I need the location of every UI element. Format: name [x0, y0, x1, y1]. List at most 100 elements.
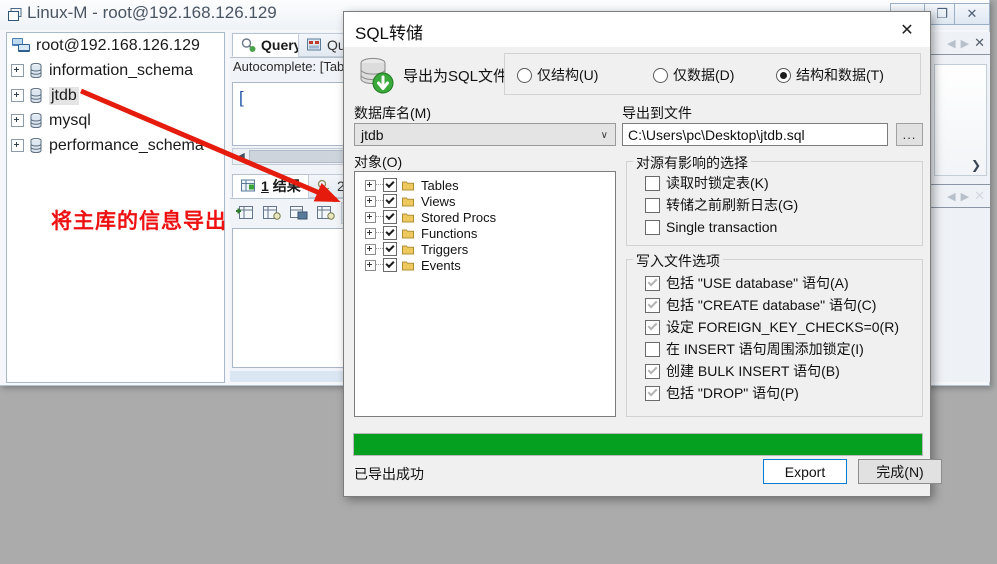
profile-icon [317, 179, 330, 192]
grid-copy-icon[interactable] [287, 202, 310, 223]
radio-structure-only[interactable]: 仅结构(U) [517, 65, 598, 85]
checkbox-icon[interactable] [645, 363, 660, 379]
checkbox-flush-logs[interactable]: 转储之前刷新日志(G) [645, 194, 922, 216]
checkbox-bulk-insert[interactable]: 创建 BULK INSERT 语句(B) [645, 360, 922, 382]
outfile-input[interactable]: C:\Users\pc\Desktop\jtdb.sql [622, 123, 888, 146]
expand-icon[interactable] [11, 139, 24, 152]
dbname-value: jtdb [361, 126, 384, 143]
expand-icon[interactable] [11, 114, 24, 127]
object-row-functions[interactable]: Functions [365, 225, 615, 241]
checkbox-use-database[interactable]: 包括 "USE database" 语句(A) [645, 272, 922, 294]
grid-insert-icon[interactable] [233, 202, 256, 223]
checkbox-label: 包括 "USE database" 语句(A) [666, 275, 849, 291]
checkbox-icon[interactable] [383, 178, 397, 192]
expand-icon[interactable] [11, 89, 24, 102]
dialog-close-button[interactable]: ✕ [890, 18, 924, 42]
nav-prev-icon[interactable]: ◀ [947, 190, 955, 203]
checkbox-icon[interactable] [383, 242, 397, 256]
nav-next-icon[interactable]: ▶ [961, 37, 969, 50]
outfile-value: C:\Users\pc\Desktop\jtdb.sql [628, 126, 805, 143]
tree-item-mysql[interactable]: mysql [7, 108, 224, 133]
tree-connector [376, 216, 383, 218]
tree-item-jtdb[interactable]: jtdb [7, 83, 224, 108]
tree-item-label: jtdb [49, 86, 79, 105]
tree-item-performance_schema[interactable]: performance_schema [7, 133, 224, 158]
folder-icon [402, 197, 414, 206]
dock-panel-header-2: ◀ ▶ ✕ [931, 185, 990, 208]
checkbox-create-database[interactable]: 包括 "CREATE database" 语句(C) [645, 294, 922, 316]
expand-icon[interactable] [365, 179, 376, 191]
object-row-stored-procs[interactable]: Stored Procs [365, 209, 615, 225]
expand-icon[interactable] [365, 259, 376, 271]
checkbox-icon[interactable] [645, 197, 660, 213]
outfile-label: 导出到文件 [622, 105, 692, 121]
query-builder-icon [307, 38, 321, 51]
dbname-select[interactable]: jtdb ∨ [354, 123, 616, 146]
objects-tree[interactable]: Tables Views Stored Procs Functions Trig… [354, 171, 616, 417]
radio-icon [517, 67, 532, 83]
result-tab-1[interactable]: 1 结果 [232, 174, 310, 198]
finish-button[interactable]: 完成(N) [858, 459, 942, 484]
object-row-views[interactable]: Views [365, 193, 615, 209]
close-window-button[interactable]: ✕ [954, 3, 990, 25]
object-row-triggers[interactable]: Triggers [365, 241, 615, 257]
checkbox-label: 转储之前刷新日志(G) [666, 197, 799, 213]
checkbox-lock-around-insert[interactable]: 在 INSERT 语句周围添加锁定(I) [645, 338, 922, 360]
nav-next-icon[interactable]: ▶ [961, 190, 969, 203]
expand-icon[interactable] [365, 243, 376, 255]
scroll-left-icon[interactable]: ◀ [233, 149, 248, 164]
chevron-right-icon[interactable]: ❯ [971, 158, 981, 172]
expand-icon[interactable] [365, 211, 376, 223]
radio-data-only[interactable]: 仅数据(D) [653, 65, 734, 85]
checkbox-drop-statement[interactable]: 包括 "DROP" 语句(P) [645, 382, 922, 404]
export-button[interactable]: Export [763, 459, 847, 484]
dock-panel-body[interactable]: ❯ [934, 64, 987, 176]
radio-icon [653, 67, 668, 83]
radio-label: 仅数据(D) [673, 67, 735, 83]
checkbox-icon[interactable] [645, 341, 660, 357]
export-progress-bar [353, 433, 923, 456]
checkbox-icon[interactable] [383, 210, 397, 224]
checkbox-label: 读取时锁定表(K) [666, 175, 769, 191]
close-icon[interactable]: ✕ [974, 35, 985, 51]
tree-connector [376, 232, 383, 234]
checkbox-foreign-key-checks[interactable]: 设定 FOREIGN_KEY_CHECKS=0(R) [645, 316, 922, 338]
browse-file-button[interactable]: ... [896, 123, 923, 146]
checkbox-icon[interactable] [645, 175, 660, 191]
object-row-tables[interactable]: Tables [365, 177, 615, 193]
dialog-title: SQL转储 [355, 24, 424, 43]
tree-item-label: information_schema [49, 61, 194, 79]
source-impact-group: 对源有影响的选择 读取时锁定表(K) 转储之前刷新日志(G) Single tr… [626, 153, 923, 246]
checkbox-icon[interactable] [383, 194, 397, 208]
object-row-events[interactable]: Events [365, 257, 615, 273]
checkbox-single-transaction[interactable]: Single transaction [645, 216, 922, 238]
expand-icon[interactable] [365, 195, 376, 207]
checkbox-icon[interactable] [645, 385, 660, 401]
export-mode-group: 仅结构(U) 仅数据(D) 结构和数据(T) [504, 53, 921, 95]
object-label: Views [421, 193, 456, 209]
expand-icon[interactable] [365, 227, 376, 239]
close-icon[interactable]: ✕ [974, 188, 985, 204]
checkbox-icon[interactable] [645, 297, 660, 313]
checkbox-label: 创建 BULK INSERT 语句(B) [666, 363, 840, 379]
checkbox-icon[interactable] [383, 226, 397, 240]
export-mode-row: 导出为SQL文件 仅结构(U) 仅数据(D) 结构和数据(T) [353, 53, 921, 97]
checkbox-icon[interactable] [645, 219, 660, 235]
radio-structure-and-data[interactable]: 结构和数据(T) [776, 65, 884, 85]
tree-item-connection-root[interactable]: root@192.168.126.129 [7, 33, 224, 58]
result-tab-label: 结果 [272, 178, 301, 194]
checkbox-icon[interactable] [645, 319, 660, 335]
expand-icon[interactable] [11, 64, 24, 77]
grid-edit-icon[interactable] [260, 202, 283, 223]
nav-prev-icon[interactable]: ◀ [947, 37, 955, 50]
database-icon [30, 138, 42, 153]
tab-label: Query [261, 37, 302, 53]
tree-connector [376, 264, 383, 266]
checkbox-icon[interactable] [645, 275, 660, 291]
chevron-down-icon[interactable]: ∨ [601, 130, 608, 141]
tree-item-information_schema[interactable]: information_schema [7, 58, 224, 83]
annotation-text: 将主库的信息导出 [51, 210, 227, 233]
checkbox-lock-tables[interactable]: 读取时锁定表(K) [645, 172, 922, 194]
grid-refresh-icon[interactable] [314, 202, 337, 223]
checkbox-icon[interactable] [383, 258, 397, 272]
